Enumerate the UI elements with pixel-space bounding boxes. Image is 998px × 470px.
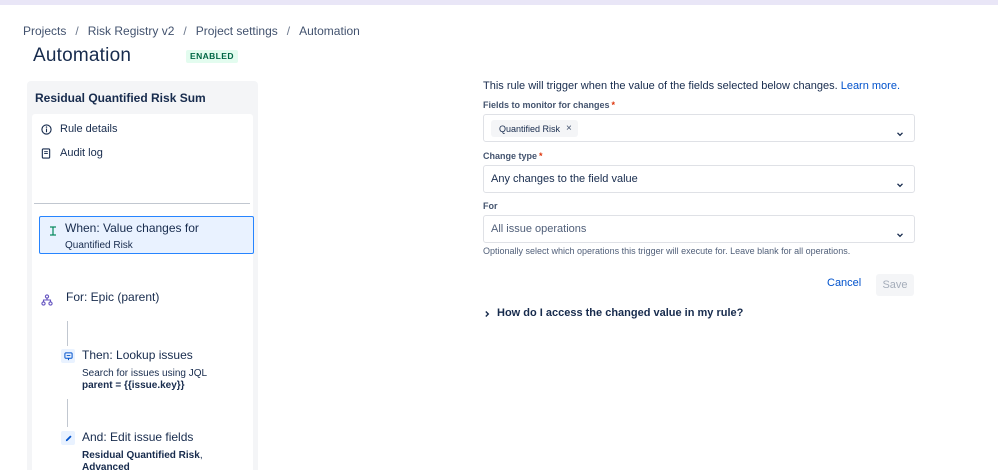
rule-details-label: Rule details	[60, 123, 118, 135]
trigger-title: When: Value changes for	[65, 221, 199, 235]
rule-card: Rule details Audit log When: Value chang…	[32, 114, 254, 470]
change-type-label: Change type *	[483, 151, 543, 161]
rule-details-link[interactable]: Rule details	[40, 120, 117, 138]
for-select[interactable]: All issue operations	[483, 215, 915, 243]
chevron-right-icon	[483, 309, 491, 317]
cancel-button[interactable]: Cancel	[827, 277, 861, 289]
action-title: And: Edit issue fields	[82, 430, 194, 444]
action-desc-field: Residual Quantified Risk	[82, 450, 200, 461]
breadcrumb: Projects / Risk Registry v2 / Project se…	[23, 24, 360, 38]
top-bar	[0, 0, 998, 5]
divider	[34, 203, 250, 204]
action-connector	[67, 399, 68, 427]
status-badge: ENABLED	[186, 50, 238, 63]
action-desc-text: Search for issues using JQL	[82, 368, 208, 379]
audit-log-label: Audit log	[60, 147, 103, 159]
change-type-select[interactable]: Any changes to the field value	[483, 165, 915, 193]
action-desc-field: Advanced	[82, 462, 130, 470]
remove-tag-icon[interactable]: ×	[566, 123, 572, 134]
branch-component[interactable]: For: Epic (parent)	[39, 290, 239, 306]
branch-icon	[41, 293, 53, 306]
breadcrumb-automation[interactable]: Automation	[299, 24, 360, 38]
action-description: Residual Quantified Risk, Advanced	[82, 450, 203, 470]
chevron-down-icon	[896, 125, 904, 137]
breadcrumb-separator: /	[75, 24, 79, 38]
action-description: Search for issues using JQL parent = {{i…	[82, 368, 207, 392]
fields-select[interactable]: Quantified Risk ×	[483, 114, 915, 142]
action-title: Then: Lookup issues	[82, 348, 193, 362]
lookup-issues-action[interactable]: Then: Lookup issues Search for issues us…	[61, 346, 251, 394]
field-tag: Quantified Risk ×	[491, 120, 578, 137]
breadcrumb-projects[interactable]: Projects	[23, 24, 66, 38]
save-button[interactable]: Save	[876, 274, 914, 296]
breadcrumb-project-settings[interactable]: Project settings	[196, 24, 278, 38]
fields-label-text: Fields to monitor for changes	[483, 100, 610, 110]
action-desc-comma: ,	[199, 450, 203, 461]
chevron-down-icon	[896, 226, 904, 238]
breadcrumb-project[interactable]: Risk Registry v2	[88, 24, 175, 38]
rule-panel: Residual Quantified Risk Sum Rule detail…	[27, 81, 258, 470]
info-icon	[40, 123, 52, 135]
for-placeholder: All issue operations	[491, 223, 587, 235]
intro-description: This rule will trigger when the value of…	[483, 80, 838, 92]
fields-label: Fields to monitor for changes *	[483, 100, 615, 110]
branch-connector	[67, 321, 68, 346]
for-helper-text: Optionally select which operations this …	[483, 246, 851, 256]
change-type-value: Any changes to the field value	[491, 173, 638, 185]
breadcrumb-separator: /	[183, 24, 187, 38]
faq-label: How do I access the changed value in my …	[497, 307, 744, 319]
faq-expander[interactable]: How do I access the changed value in my …	[483, 307, 743, 319]
action-desc-jql: parent = {{issue.key}}	[82, 380, 185, 391]
required-marker: *	[611, 100, 616, 110]
trigger-component[interactable]: When: Value changes for Quantified Risk	[39, 216, 254, 254]
rule-name: Residual Quantified Risk Sum	[35, 91, 206, 105]
page-title: Automation	[33, 45, 132, 66]
trigger-icon	[48, 223, 58, 236]
edit-issue-fields-action[interactable]: And: Edit issue fields Residual Quantifi…	[61, 428, 251, 470]
lookup-icon	[61, 349, 75, 363]
audit-log-link[interactable]: Audit log	[40, 144, 103, 162]
audit-log-icon	[40, 147, 52, 159]
chevron-down-icon	[896, 176, 904, 188]
intro-text: This rule will trigger when the value of…	[483, 80, 900, 92]
for-label: For	[483, 201, 498, 211]
pencil-icon	[61, 431, 75, 445]
breadcrumb-separator: /	[286, 24, 291, 38]
trigger-subtitle: Quantified Risk	[65, 240, 133, 251]
field-tag-label: Quantified Risk	[499, 123, 561, 134]
required-marker: *	[539, 151, 543, 161]
branch-title: For: Epic (parent)	[66, 290, 160, 304]
change-type-label-text: Change type	[483, 151, 538, 161]
learn-more-link[interactable]: Learn more.	[841, 80, 900, 92]
